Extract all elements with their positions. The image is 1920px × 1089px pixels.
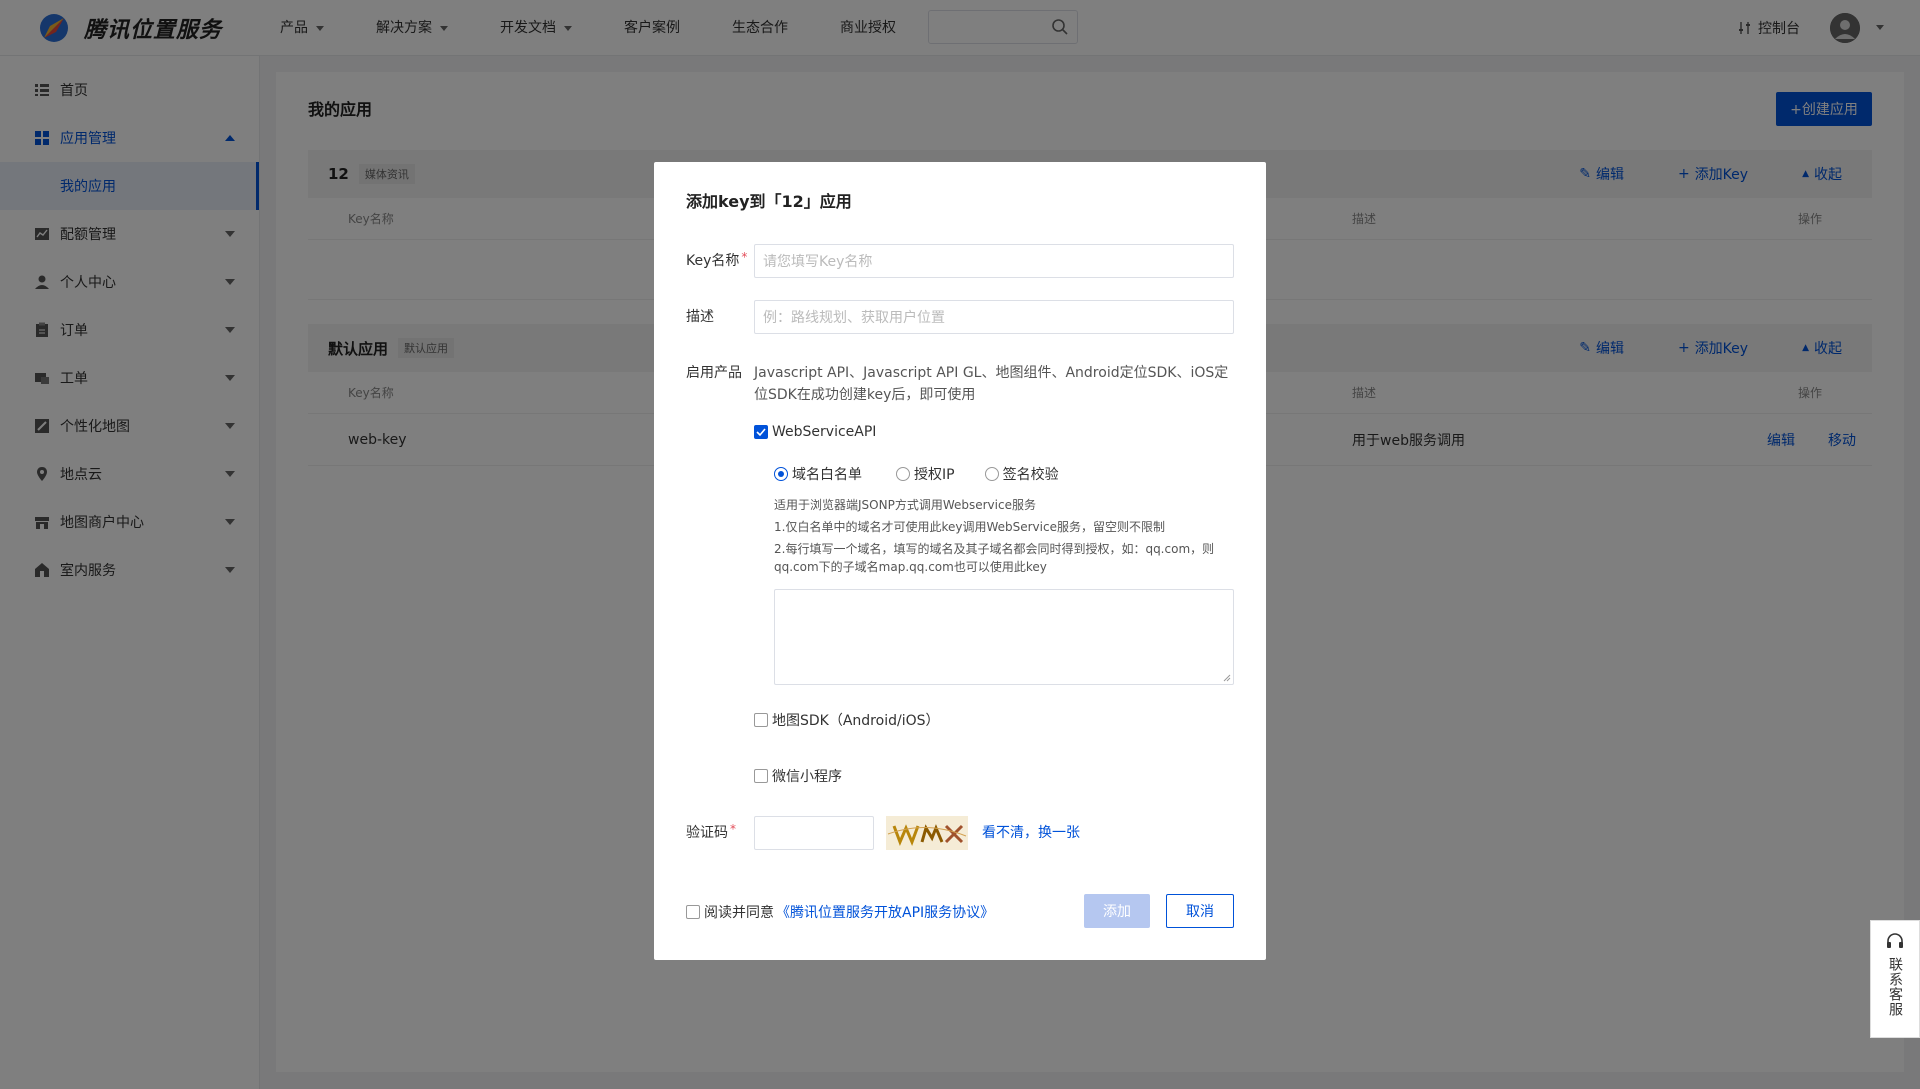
products-label: 启用产品: [686, 365, 742, 381]
captcha-image-icon: [887, 824, 967, 847]
auth-radio-group: 域名白名单 授权IP 签名校验: [774, 464, 1059, 484]
required-mark: *: [730, 822, 736, 836]
checkbox-icon: [686, 905, 700, 919]
products-description: Javascript API、Javascript API GL、地图组件、An…: [754, 365, 1229, 403]
checkbox-icon: [754, 713, 768, 727]
key-name-label: Key名称 *: [686, 250, 748, 269]
add-button[interactable]: 添加: [1084, 894, 1150, 928]
agreement-link[interactable]: 《腾讯位置服务开放API服务协议》: [776, 902, 994, 922]
radio-domain-whitelist[interactable]: 域名白名单: [774, 464, 896, 484]
resize-handle-icon[interactable]: [1223, 674, 1231, 682]
desc-input[interactable]: 例：路线规划、获取用户位置: [754, 300, 1234, 334]
map-sdk-checkbox[interactable]: 地图SDK（Android/iOS）: [754, 710, 940, 730]
miniprogram-checkbox[interactable]: 微信小程序: [754, 766, 842, 786]
support-label: 联系客服: [1887, 957, 1903, 1017]
webservice-checkbox[interactable]: WebServiceAPI: [754, 424, 876, 440]
radio-icon: [896, 467, 910, 481]
agreement-checkbox[interactable]: 阅读并同意: [686, 902, 774, 922]
cancel-button[interactable]: 取消: [1166, 894, 1234, 928]
radio-icon: [984, 467, 999, 481]
customer-support-button[interactable]: 联系客服: [1870, 920, 1920, 1038]
checkbox-icon: [754, 769, 768, 783]
captcha-refresh-link[interactable]: 看不清，换一张: [982, 822, 1080, 842]
domain-whitelist-textarea[interactable]: [774, 589, 1234, 685]
dialog-title: 添加key到「12」应用: [686, 192, 852, 211]
captcha-input[interactable]: [754, 816, 874, 850]
captcha-label: 验证码 *: [686, 822, 736, 841]
key-name-input[interactable]: 请您填写Key名称: [754, 244, 1234, 278]
headset-icon: [1887, 933, 1903, 948]
desc-label: 描述: [686, 309, 714, 325]
hint-line-2: 2.每行填写一个域名，填写的域名及其子域名都会同时得到授权，如：qq.com，则…: [774, 542, 1215, 574]
hint-title: 适用于浏览器端JSONP方式调用Webservice服务: [774, 498, 1036, 512]
checkbox-checked-icon: [754, 425, 768, 439]
captcha-image[interactable]: [886, 816, 968, 850]
add-key-dialog: 添加key到「12」应用 Key名称 * 请您填写Key名称 描述 例：路线规划、…: [654, 162, 1266, 960]
radio-signature[interactable]: 签名校验: [984, 464, 1059, 484]
radio-selected-icon: [774, 467, 788, 481]
required-mark: *: [741, 250, 748, 264]
radio-authorized-ip[interactable]: 授权IP: [896, 464, 985, 484]
hint-line-1: 1.仅白名单中的域名才可使用此key调用WebService服务，留空则不限制: [774, 520, 1165, 534]
